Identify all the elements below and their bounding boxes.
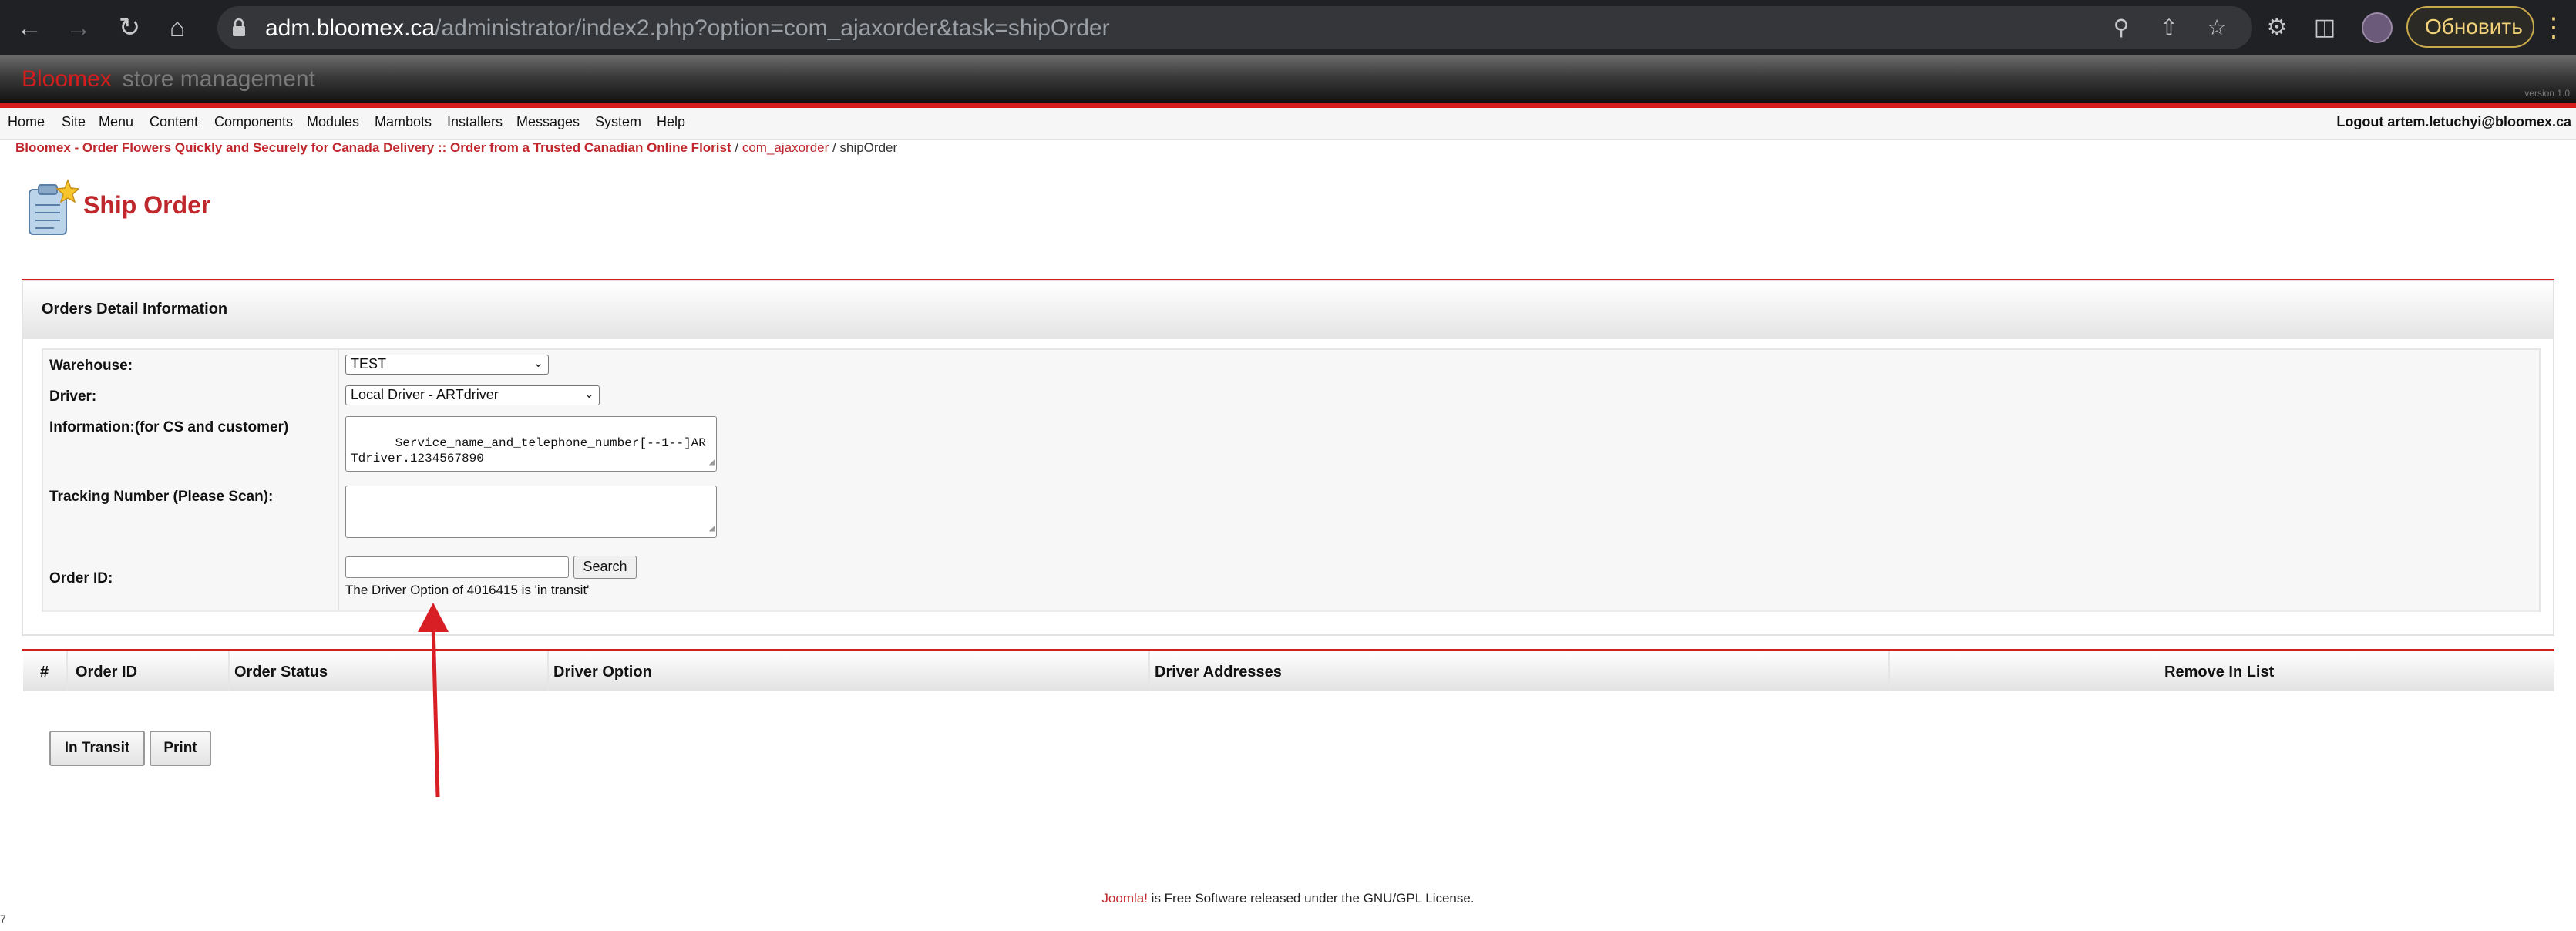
- chevron-down-icon: ⌄: [583, 388, 594, 401]
- page-title: Ship Order: [83, 191, 211, 219]
- brand-logo: Bloomex store management: [22, 66, 315, 92]
- order-id-row: Order ID: Search The Driver Option of 40…: [43, 547, 2539, 612]
- url-text: adm.bloomex.ca/administrator/index2.php?…: [265, 15, 1110, 41]
- share-icon[interactable]: ⇧: [2155, 14, 2183, 42]
- reload-icon[interactable]: ↻: [113, 11, 146, 45]
- home-icon[interactable]: ⌂: [160, 11, 194, 45]
- ship-order-notepad-icon: [29, 179, 79, 235]
- menu-item-system[interactable]: System: [595, 114, 641, 130]
- menu-item-modules[interactable]: Modules: [307, 114, 359, 130]
- lock-icon: [233, 18, 245, 36]
- bookmark-star-icon[interactable]: ☆: [2203, 14, 2231, 42]
- information-row: Information:(for CS and customer) Servic…: [43, 412, 2539, 481]
- resize-grip-icon[interactable]: ◢: [709, 455, 715, 470]
- breadcrumb-current: shipOrder: [839, 140, 898, 155]
- back-arrow-icon[interactable]: ←: [12, 11, 46, 45]
- footer: Joomla! is Free Software released under …: [0, 891, 2576, 906]
- brand-subtitle: store management: [122, 66, 315, 92]
- admin-header: Bloomex store management version 1.0: [0, 55, 2576, 103]
- information-label: Information:(for CS and customer): [49, 419, 289, 435]
- col-header-order-status: Order Status: [234, 664, 328, 681]
- driver-status-message: The Driver Option of 4016415 is 'in tran…: [345, 583, 590, 597]
- tracking-number-textarea[interactable]: ◢: [345, 486, 717, 538]
- panel-title: Orders Detail Information: [42, 301, 228, 318]
- menu-item-mambots[interactable]: Mambots: [375, 114, 432, 130]
- breadcrumb-site-link[interactable]: Bloomex - Order Flowers Quickly and Secu…: [15, 140, 731, 155]
- warehouse-select[interactable]: TEST ⌄: [345, 355, 549, 375]
- joomla-link[interactable]: Joomla!: [1101, 891, 1148, 906]
- chevron-down-icon: ⌄: [533, 357, 543, 370]
- col-header-remove-in-list: Remove In List: [2164, 664, 2275, 681]
- corner-number: 7: [0, 913, 6, 925]
- orders-table-header: # Order ID Order Status Driver Option Dr…: [23, 651, 2554, 691]
- panel-header: Orders Detail Information: [23, 282, 2553, 339]
- menu-item-home[interactable]: Home: [8, 114, 45, 130]
- version-label: version 1.0: [2524, 88, 2570, 99]
- admin-menu-bar: Home Site Menu Content Components Module…: [0, 108, 2576, 140]
- menu-item-help[interactable]: Help: [657, 114, 685, 130]
- logout-link[interactable]: Logout artem.letuchyi@bloomex.ca: [2336, 114, 2571, 130]
- search-button[interactable]: Search: [573, 556, 637, 579]
- order-id-input[interactable]: [345, 556, 569, 578]
- update-browser-button[interactable]: Обновить: [2406, 6, 2534, 48]
- menu-item-menu[interactable]: Menu: [99, 114, 133, 130]
- extensions-puzzle-icon[interactable]: ⚙: [2262, 12, 2292, 43]
- print-button[interactable]: Print: [150, 731, 211, 766]
- address-bar[interactable]: adm.bloomex.ca/administrator/index2.php?…: [217, 6, 2252, 49]
- forward-arrow-icon[interactable]: →: [62, 11, 96, 45]
- zoom-icon[interactable]: ⚲: [2107, 14, 2135, 42]
- menu-item-messages[interactable]: Messages: [516, 114, 580, 130]
- order-id-label: Order ID:: [49, 570, 113, 586]
- col-header-driver-option: Driver Option: [553, 664, 652, 681]
- driver-select[interactable]: Local Driver - ARTdriver ⌄: [345, 385, 600, 405]
- warehouse-row: Warehouse: TEST ⌄: [43, 350, 2539, 382]
- information-textarea[interactable]: Service_name_and_telephone_number[--1--]…: [345, 416, 717, 472]
- breadcrumb-component-link[interactable]: com_ajaxorder: [742, 140, 829, 155]
- driver-row: Driver: Local Driver - ARTdriver ⌄: [43, 381, 2539, 413]
- browser-menu-icon[interactable]: ⋮: [2541, 11, 2567, 45]
- driver-label: Driver:: [49, 388, 97, 405]
- in-transit-button[interactable]: In Transit: [49, 731, 145, 766]
- profile-avatar[interactable]: [2362, 12, 2393, 43]
- warehouse-label: Warehouse:: [49, 358, 133, 374]
- col-header-order-id: Order ID: [76, 664, 138, 681]
- menu-item-installers[interactable]: Installers: [447, 114, 503, 130]
- side-panel-icon[interactable]: ◫: [2309, 12, 2340, 43]
- resize-grip-icon[interactable]: ◢: [709, 521, 715, 536]
- tracking-row: Tracking Number (Please Scan): ◢: [43, 479, 2539, 549]
- menu-item-content[interactable]: Content: [150, 114, 198, 130]
- breadcrumb: Bloomex - Order Flowers Quickly and Secu…: [15, 140, 898, 155]
- col-header-driver-addresses: Driver Addresses: [1155, 664, 1282, 681]
- menu-item-components[interactable]: Components: [214, 114, 293, 130]
- menu-item-site[interactable]: Site: [62, 114, 86, 130]
- brand-name: Bloomex: [22, 66, 112, 92]
- tracking-label: Tracking Number (Please Scan):: [49, 489, 274, 505]
- browser-toolbar: ← → ↻ ⌂ adm.bloomex.ca/administrator/ind…: [0, 0, 2576, 55]
- ship-order-form: Warehouse: TEST ⌄ Driver: Local Driver -…: [42, 348, 2541, 612]
- footer-license-text: is Free Software released under the GNU/…: [1147, 891, 1475, 906]
- col-header-number: #: [40, 664, 49, 681]
